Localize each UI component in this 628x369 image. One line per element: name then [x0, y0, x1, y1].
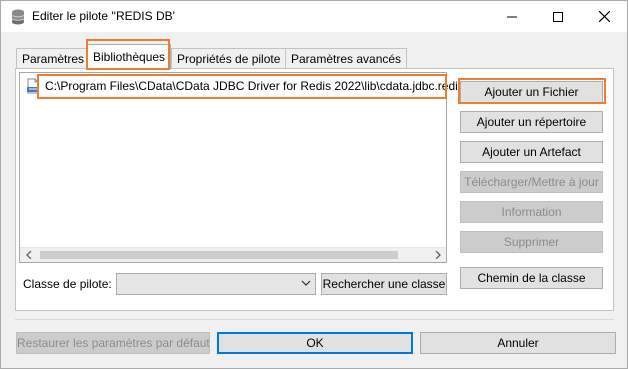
- dialog-window: Editer le pilote ''REDIS DB' Paramètres …: [0, 0, 628, 369]
- horizontal-scrollbar[interactable]: [20, 247, 446, 262]
- tab-proprietes-pilote[interactable]: Propriétés de pilote: [171, 48, 287, 69]
- close-button[interactable]: [581, 1, 627, 32]
- tab-label: Paramètres: [22, 52, 85, 66]
- tab-label: Paramètres avancés: [291, 52, 402, 66]
- add-file-button[interactable]: Ajouter un Fichier: [460, 81, 603, 103]
- ok-button[interactable]: OK: [217, 332, 413, 354]
- add-folder-button[interactable]: Ajouter un répertoire: [460, 111, 603, 133]
- title-bar: Editer le pilote ''REDIS DB': [1, 1, 627, 32]
- tab-bibliotheques[interactable]: Bibliothèques: [87, 44, 171, 69]
- reset-defaults-button[interactable]: Restaurer les paramètres par défaut: [16, 332, 210, 354]
- library-list[interactable]: [19, 72, 447, 263]
- download-update-button[interactable]: Télécharger/Mettre à jour: [460, 171, 603, 193]
- close-icon: [598, 11, 610, 22]
- driver-class-label: Classe de pilote:: [23, 277, 112, 291]
- minimize-icon: [507, 16, 517, 17]
- scroll-left-icon[interactable]: [21, 249, 36, 261]
- library-path: C:\Program Files\CData\CData JDBC Driver…: [45, 79, 481, 93]
- information-button[interactable]: Information: [460, 201, 603, 223]
- find-class-button[interactable]: Rechercher une classe: [321, 273, 447, 295]
- add-artifact-button[interactable]: Ajouter un Artefact: [460, 141, 603, 163]
- footer-divider: [15, 319, 614, 320]
- tab-parametres-avances[interactable]: Paramètres avancés: [285, 48, 408, 69]
- maximize-icon: [553, 11, 563, 22]
- list-item[interactable]: C:\Program Files\CData\CData JDBC Driver…: [23, 76, 481, 96]
- tab-parametres[interactable]: Paramètres: [16, 48, 91, 69]
- minimize-button[interactable]: [489, 1, 535, 32]
- driver-class-combo[interactable]: [116, 273, 316, 295]
- maximize-button[interactable]: [535, 1, 581, 32]
- scroll-right-icon[interactable]: [430, 249, 445, 261]
- chevron-down-icon: [301, 280, 311, 286]
- tab-label: Propriétés de pilote: [177, 52, 281, 66]
- classpath-button[interactable]: Chemin de la classe: [460, 267, 603, 289]
- window-title: Editer le pilote ''REDIS DB': [32, 9, 175, 23]
- delete-button[interactable]: Supprimer: [460, 231, 603, 253]
- jar-icon: [27, 78, 39, 94]
- cancel-button[interactable]: Annuler: [420, 332, 616, 354]
- scrollbar-thumb[interactable]: [40, 251, 398, 259]
- tab-label: Bibliothèques: [93, 50, 166, 64]
- database-icon: [11, 9, 25, 25]
